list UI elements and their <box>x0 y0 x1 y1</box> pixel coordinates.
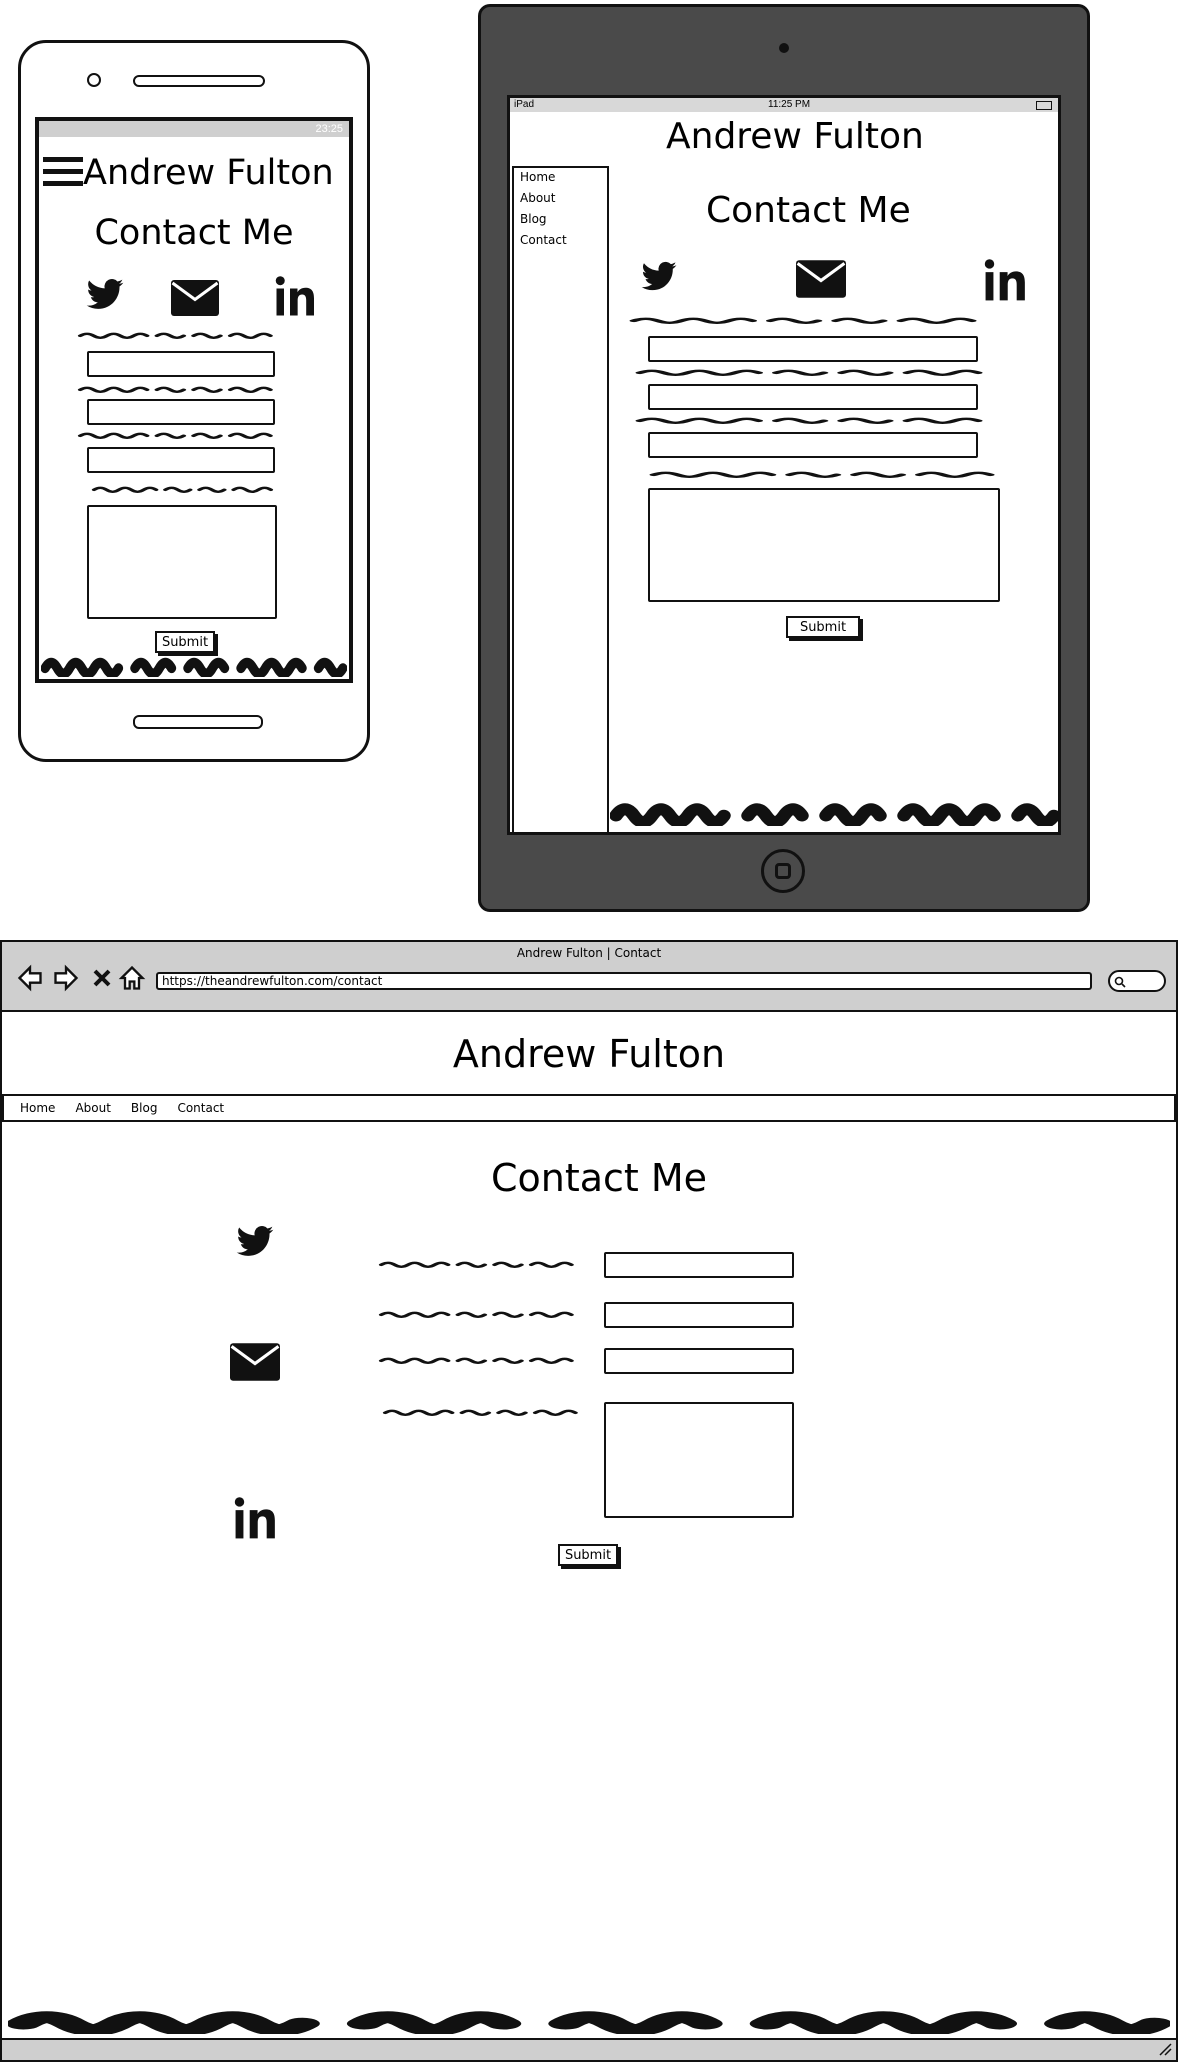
linkedin-icon[interactable] <box>984 258 1028 302</box>
tablet-status-time: 11:25 PM <box>768 99 811 110</box>
message-field[interactable] <box>604 1402 794 1518</box>
search-box[interactable] <box>1108 970 1166 992</box>
phone-speaker <box>133 75 265 87</box>
form-label-subject <box>634 416 990 424</box>
phone-screen: 23:25 Andrew Fulton Contact Me Submit <box>35 117 353 683</box>
name-field[interactable] <box>604 1252 794 1278</box>
email-field[interactable] <box>648 384 978 410</box>
phone-status-time: 23:25 <box>315 123 343 135</box>
browser-status-bar <box>2 2038 1176 2060</box>
form-label-email <box>634 368 990 376</box>
nav-item-blog[interactable]: Blog <box>131 1101 158 1115</box>
form-label-message <box>382 1408 582 1416</box>
subject-field[interactable] <box>648 432 978 458</box>
page-heading: Contact Me <box>706 190 911 231</box>
top-nav: Home About Blog Contact <box>2 1094 1176 1122</box>
nav-item-home[interactable]: Home <box>20 1101 55 1115</box>
forward-icon[interactable] <box>52 964 80 992</box>
email-field[interactable] <box>87 399 275 425</box>
tablet-sidebar-nav: Home About Blog Contact <box>512 166 609 832</box>
phone-camera <box>87 73 101 87</box>
email-field[interactable] <box>604 1302 794 1328</box>
site-title: Andrew Fulton <box>452 1032 726 1076</box>
page-heading: Contact Me <box>490 1156 708 1200</box>
linkedin-icon[interactable] <box>234 1496 278 1540</box>
message-field[interactable] <box>648 488 1000 602</box>
tablet-mockup: iPad 11:25 PM Andrew Fulton Home About B… <box>478 4 1090 912</box>
nav-item-about[interactable]: About <box>75 1101 110 1115</box>
tablet-camera <box>779 43 789 53</box>
submit-button[interactable]: Submit <box>155 631 215 653</box>
nav-item-contact[interactable]: Contact <box>514 231 607 252</box>
page-heading: Contact Me <box>94 213 294 253</box>
form-label-email <box>378 1310 578 1318</box>
footer-text <box>41 655 347 677</box>
form-label-name <box>77 331 277 339</box>
nav-item-contact[interactable]: Contact <box>177 1101 224 1115</box>
form-label-name <box>378 1260 578 1268</box>
submit-button[interactable]: Submit <box>558 1544 618 1566</box>
phone-home-bar <box>133 715 263 729</box>
search-icon <box>1114 976 1126 988</box>
url-text: https://theandrewfulton.com/contact <box>162 974 383 988</box>
battery-icon <box>1036 101 1052 110</box>
email-icon[interactable] <box>171 279 219 317</box>
twitter-icon[interactable] <box>83 275 127 315</box>
name-field[interactable] <box>648 336 978 362</box>
name-field[interactable] <box>87 351 275 377</box>
email-icon[interactable] <box>230 1342 280 1382</box>
twitter-icon[interactable] <box>638 258 680 296</box>
form-label-message <box>648 470 1002 478</box>
form-label-subject <box>77 431 277 439</box>
footer-text <box>8 2008 1170 2034</box>
message-field[interactable] <box>87 505 277 619</box>
stop-icon[interactable] <box>90 966 114 990</box>
email-icon[interactable] <box>796 260 846 298</box>
tablet-status-device: iPad <box>514 99 535 110</box>
tablet-status-bar: iPad 11:25 PM <box>510 98 1058 112</box>
hamburger-menu-icon[interactable] <box>43 157 83 189</box>
tablet-home-button[interactable] <box>761 849 805 893</box>
tablet-screen: iPad 11:25 PM Andrew Fulton Home About B… <box>507 95 1061 835</box>
nav-item-home[interactable]: Home <box>514 168 607 189</box>
phone-mockup: 23:25 Andrew Fulton Contact Me Submit <box>18 40 370 762</box>
address-bar[interactable]: https://theandrewfulton.com/contact <box>156 972 1092 990</box>
phone-status-bar: 23:25 <box>39 121 349 137</box>
back-icon[interactable] <box>16 964 44 992</box>
site-title: Andrew Fulton <box>83 153 334 193</box>
subject-field[interactable] <box>604 1348 794 1374</box>
footer-text <box>610 800 1060 826</box>
twitter-icon[interactable] <box>232 1222 278 1262</box>
subject-field[interactable] <box>87 447 275 473</box>
site-title: Andrew Fulton <box>666 116 924 157</box>
linkedin-icon[interactable] <box>275 275 317 317</box>
nav-item-blog[interactable]: Blog <box>514 210 607 231</box>
form-label-message <box>91 485 277 493</box>
browser-mockup: Andrew Fulton | Contact https://theandre… <box>0 940 1178 2062</box>
home-icon[interactable] <box>118 964 146 992</box>
resize-grip-icon[interactable] <box>1158 2042 1172 2056</box>
form-label-name <box>628 316 984 324</box>
submit-button[interactable]: Submit <box>786 616 860 638</box>
form-label-email <box>77 385 277 393</box>
nav-item-about[interactable]: About <box>514 189 607 210</box>
browser-toolbar: Andrew Fulton | Contact https://theandre… <box>2 942 1176 1012</box>
form-label-subject <box>378 1356 578 1364</box>
window-title: Andrew Fulton | Contact <box>516 946 662 960</box>
